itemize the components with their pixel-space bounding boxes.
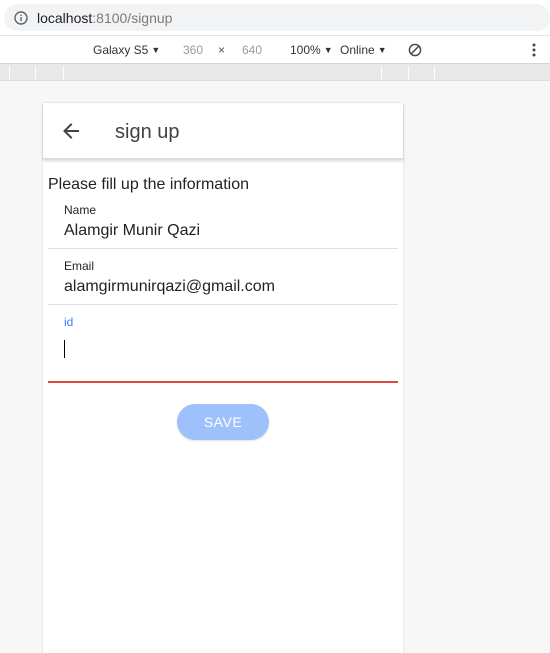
- url-field[interactable]: localhost:8100/signup: [4, 4, 550, 31]
- name-label: Name: [64, 203, 97, 217]
- device-select[interactable]: Galaxy S5 ▼: [93, 43, 160, 57]
- device-name: Galaxy S5: [93, 43, 149, 57]
- intro-text: Please fill up the information: [48, 176, 249, 193]
- ruler-tick: [408, 66, 409, 79]
- name-divider: [48, 248, 398, 249]
- ruler-tick: [381, 66, 382, 79]
- device-toolbar: Galaxy S5 ▼ 360 × 640 100% ▼ Online ▼: [0, 35, 550, 64]
- arrow-back-icon: [63, 123, 79, 139]
- more-options-icon[interactable]: [532, 43, 536, 57]
- invalid-underline: [48, 381, 398, 383]
- id-input[interactable]: [64, 338, 384, 362]
- device-viewport: sign up Please fill up the information N…: [43, 103, 403, 653]
- email-input[interactable]: [64, 276, 384, 298]
- email-item[interactable]: Email: [48, 254, 398, 305]
- text-cursor: [64, 340, 65, 358]
- chevron-down-icon: ▼: [377, 45, 387, 55]
- url-host: localhost: [37, 10, 93, 26]
- chevron-down-icon: ▼: [323, 45, 333, 55]
- dimension-separator: ×: [218, 43, 226, 57]
- device-width-input[interactable]: 360: [183, 43, 203, 57]
- network-value: Online: [340, 43, 375, 57]
- no-throttle-icon[interactable]: [408, 43, 422, 57]
- media-query-ruler: [0, 64, 550, 81]
- name-input[interactable]: [64, 220, 384, 242]
- ruler-tick: [35, 66, 36, 79]
- name-item[interactable]: Name: [48, 198, 398, 249]
- id-label: id: [64, 315, 74, 329]
- url-text: localhost:8100/signup: [37, 10, 172, 26]
- save-button[interactable]: SAVE: [177, 404, 269, 440]
- zoom-select[interactable]: 100% ▼: [290, 43, 333, 57]
- network-select[interactable]: Online ▼: [340, 43, 387, 57]
- browser-address-bar: localhost:8100/signup: [0, 0, 550, 35]
- email-label: Email: [64, 259, 95, 273]
- email-divider: [48, 304, 398, 305]
- url-path: :8100/signup: [92, 10, 173, 26]
- zoom-value: 100%: [290, 43, 321, 57]
- ruler-tick: [434, 66, 435, 79]
- page-title: sign up: [115, 121, 180, 143]
- info-icon[interactable]: [14, 11, 28, 25]
- device-height-input[interactable]: 640: [242, 43, 262, 57]
- ruler-tick: [9, 66, 10, 79]
- back-button[interactable]: [55, 115, 87, 147]
- app-header: sign up: [43, 103, 403, 159]
- ruler-tick: [63, 66, 64, 79]
- chevron-down-icon: ▼: [151, 45, 161, 55]
- id-item[interactable]: id: [48, 310, 398, 382]
